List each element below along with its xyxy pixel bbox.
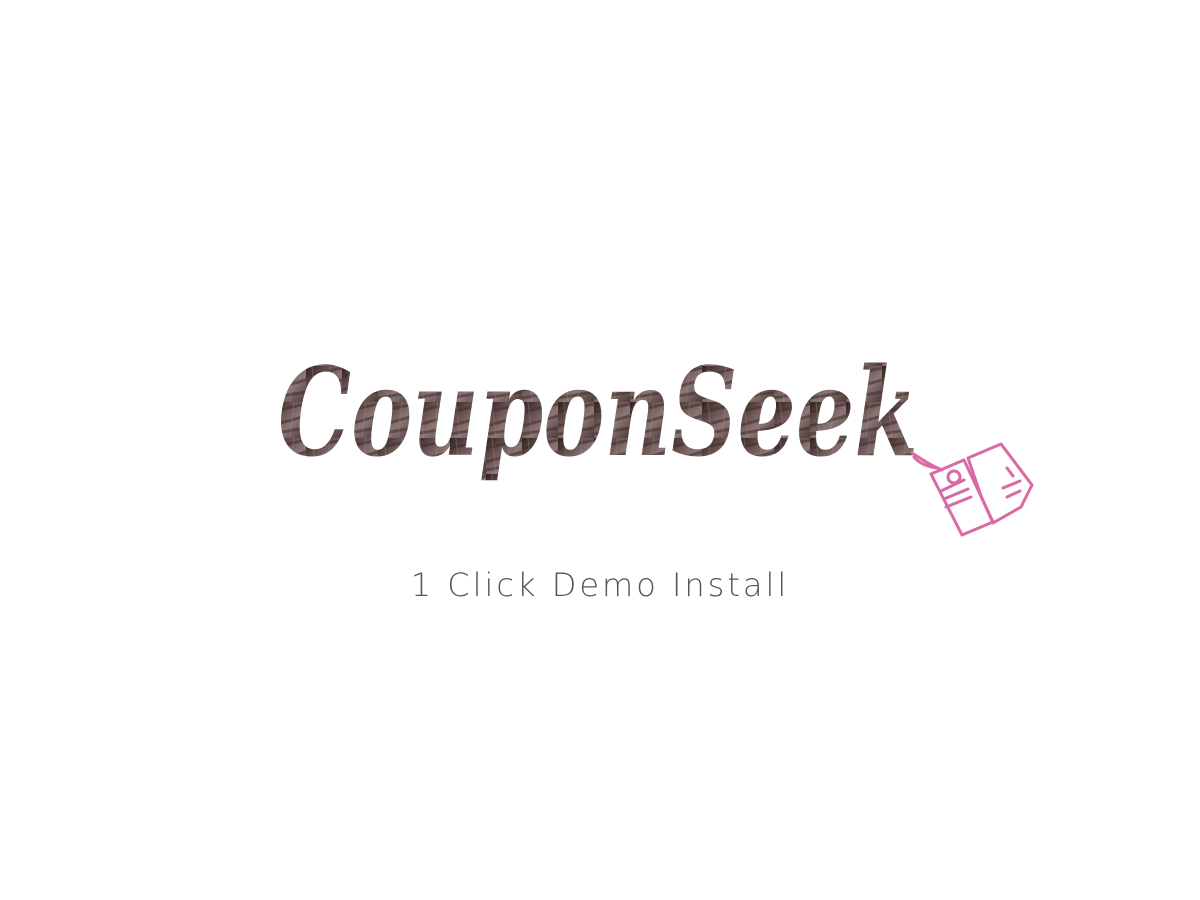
logo: CouponSeek <box>270 330 1040 537</box>
logo-wordmark: CouponSeek <box>278 340 944 484</box>
page: CouponSeek 1 Click Demo Install <box>0 0 1200 900</box>
price-tag-icon <box>912 442 1034 537</box>
demo-install-subtitle: 1 Click Demo Install <box>410 566 790 604</box>
logo-text: CouponSeek <box>278 340 918 484</box>
